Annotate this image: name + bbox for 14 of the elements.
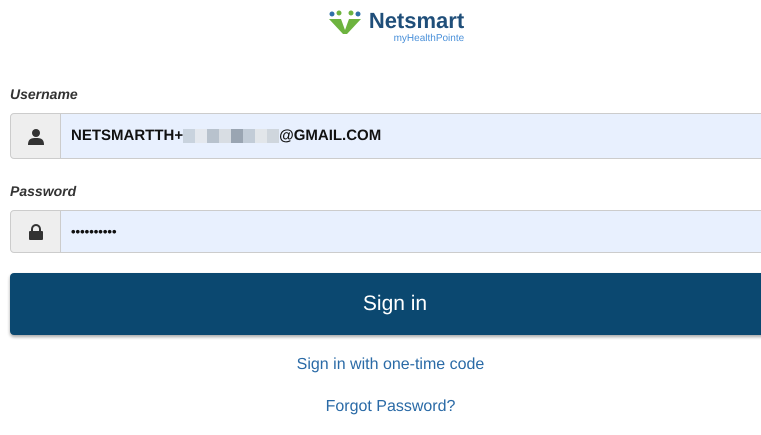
field-value: @GMAIL.COM — [279, 126, 382, 146]
field-label: Password — [10, 182, 76, 201]
field-value: NETSMARTTH+ — [71, 126, 184, 146]
field-label: Username — [10, 85, 78, 104]
password-field[interactable]: •••••••••• — [61, 210, 761, 253]
logo-icon — [326, 10, 363, 34]
text-link[interactable]: Sign in with one-time code — [296, 357, 484, 373]
logo-brand: Netsmart — [368, 10, 464, 32]
user-icon — [28, 128, 44, 144]
sign-in-button[interactable]: Sign in — [10, 273, 761, 335]
username-field[interactable]: NETSMARTTH+ @GMAIL.COM — [61, 113, 761, 159]
lock-icon — [28, 224, 42, 240]
text-link[interactable]: Forgot Password? — [326, 399, 456, 415]
logo-product: myHealthPointe — [394, 34, 464, 44]
